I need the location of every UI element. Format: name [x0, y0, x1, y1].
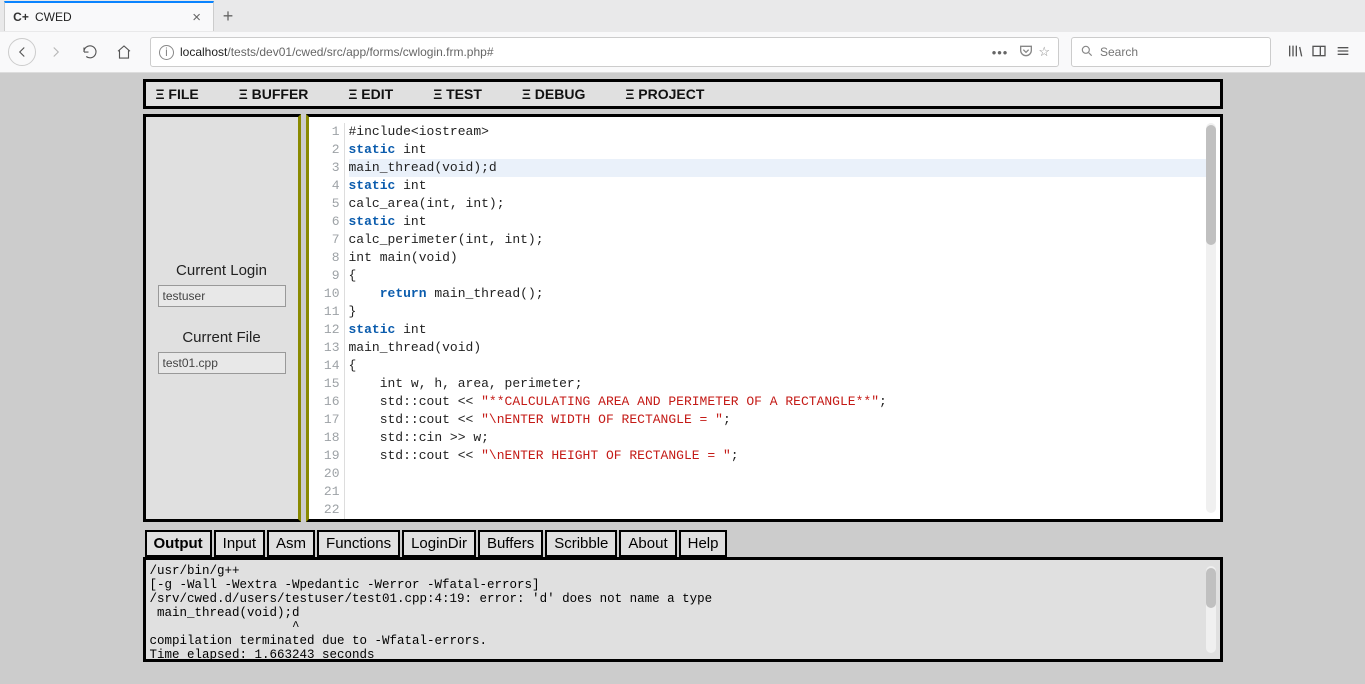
code-line[interactable]: main_thread(void);d [349, 159, 1206, 177]
new-tab-button[interactable]: + [214, 2, 242, 30]
cwed-app: Ξ FILE Ξ BUFFER Ξ EDIT Ξ TEST Ξ DEBUG Ξ PROJE… [143, 79, 1223, 678]
output-scrollbar-thumb[interactable] [1206, 568, 1216, 608]
code-line[interactable]: static int [349, 321, 1206, 339]
library-icon[interactable] [1287, 43, 1303, 62]
pocket-icon[interactable] [1018, 43, 1034, 62]
current-file-label: Current File [182, 329, 260, 346]
code-line[interactable]: std::cout << "\nENTER HEIGHT OF RECTANGL… [349, 447, 1206, 465]
browser-tabs: C+ CWED × + [0, 0, 1365, 32]
bottom-tab-about[interactable]: About [619, 530, 676, 557]
code-line[interactable]: std::cin >> w; [349, 429, 1206, 447]
menu-test[interactable]: Ξ TEST [433, 86, 482, 102]
menu-file[interactable]: Ξ FILE [156, 86, 199, 102]
browser-toolbar: i localhost/tests/dev01/cwed/src/app/for… [0, 32, 1365, 72]
back-button[interactable] [8, 38, 36, 66]
code-line[interactable]: #include<iostream> [349, 123, 1206, 141]
menu-icon[interactable] [1335, 43, 1351, 62]
home-button[interactable] [110, 38, 138, 66]
code-line[interactable]: return main_thread(); [349, 285, 1206, 303]
bottom-tab-scribble[interactable]: Scribble [545, 530, 617, 557]
output-text: /usr/bin/g++ [-g -Wall -Wextra -Wpedanti… [150, 564, 1216, 662]
code-line[interactable]: calc_perimeter(int, int); [349, 231, 1206, 249]
editor-scrollbar-thumb[interactable] [1206, 125, 1216, 245]
bottom-tab-output[interactable]: Output [145, 530, 212, 557]
search-bar[interactable] [1071, 37, 1271, 67]
menu-buffer[interactable]: Ξ BUFFER [239, 86, 309, 102]
code-line[interactable]: std::cout << "\nENTER WIDTH OF RECTANGLE… [349, 411, 1206, 429]
bottom-tab-buffers[interactable]: Buffers [478, 530, 543, 557]
url-bar[interactable]: i localhost/tests/dev01/cwed/src/app/for… [150, 37, 1059, 67]
reload-button[interactable] [76, 38, 104, 66]
site-info-icon[interactable]: i [159, 45, 174, 60]
menu-project[interactable]: Ξ PROJECT [625, 86, 704, 102]
code-line[interactable]: main_thread(void) [349, 339, 1206, 357]
code-line[interactable]: static int [349, 213, 1206, 231]
page-actions-icon[interactable]: ••• [992, 45, 1009, 60]
close-tab-icon[interactable]: × [188, 9, 205, 26]
bottom-tab-help[interactable]: Help [679, 530, 728, 557]
side-panel: Current Login Current File [143, 114, 301, 522]
code-line[interactable]: int w, h, area, perimeter; [349, 375, 1206, 393]
browser-tab[interactable]: C+ CWED × [4, 1, 214, 31]
code-area[interactable]: #include<iostream>static intmain_thread(… [349, 123, 1206, 465]
output-panel: /usr/bin/g++ [-g -Wall -Wextra -Wpedanti… [143, 557, 1223, 662]
bottom-tab-functions[interactable]: Functions [317, 530, 400, 557]
sidebar-icon[interactable] [1311, 43, 1327, 62]
search-icon [1080, 44, 1094, 61]
code-line[interactable]: static int [349, 177, 1206, 195]
menu-edit[interactable]: Ξ EDIT [348, 86, 393, 102]
bottom-tab-logindir[interactable]: LoginDir [402, 530, 476, 557]
line-gutter: 12345678910111213141516171819202122 [313, 123, 345, 519]
bottom-tab-asm[interactable]: Asm [267, 530, 315, 557]
tab-title: CWED [35, 10, 188, 24]
bottom-tabs: OutputInputAsmFunctionsLoginDirBuffersSc… [145, 530, 1223, 557]
toolbar-right [1287, 43, 1351, 62]
code-editor[interactable]: 12345678910111213141516171819202122 #inc… [306, 114, 1223, 522]
code-line[interactable]: calc_area(int, int); [349, 195, 1206, 213]
bottom-tab-input[interactable]: Input [214, 530, 265, 557]
output-scrollbar[interactable] [1206, 566, 1216, 653]
workarea: Current Login Current File 1234567891011… [143, 114, 1223, 522]
search-input[interactable] [1100, 45, 1262, 59]
forward-button[interactable] [42, 38, 70, 66]
url-text: localhost/tests/dev01/cwed/src/app/forms… [180, 45, 494, 59]
code-line[interactable]: static int [349, 141, 1206, 159]
code-line[interactable]: { [349, 267, 1206, 285]
tab-favicon: C+ [13, 9, 29, 25]
editor-scrollbar[interactable] [1206, 123, 1216, 513]
code-line[interactable]: std::cout << "**CALCULATING AREA AND PER… [349, 393, 1206, 411]
menu-debug[interactable]: Ξ DEBUG [522, 86, 585, 102]
page-body: Ξ FILE Ξ BUFFER Ξ EDIT Ξ TEST Ξ DEBUG Ξ PROJE… [0, 73, 1365, 684]
code-line[interactable]: int main(void) [349, 249, 1206, 267]
current-login-label: Current Login [176, 262, 267, 279]
current-login-field[interactable] [158, 285, 286, 307]
current-file-field[interactable] [158, 352, 286, 374]
browser-chrome: C+ CWED × + i localhost/tests/dev01/cwed… [0, 0, 1365, 73]
code-line[interactable]: } [349, 303, 1206, 321]
app-menubar: Ξ FILE Ξ BUFFER Ξ EDIT Ξ TEST Ξ DEBUG Ξ PROJE… [143, 79, 1223, 109]
bookmark-icon[interactable]: ☆ [1038, 44, 1050, 60]
code-line[interactable]: { [349, 357, 1206, 375]
